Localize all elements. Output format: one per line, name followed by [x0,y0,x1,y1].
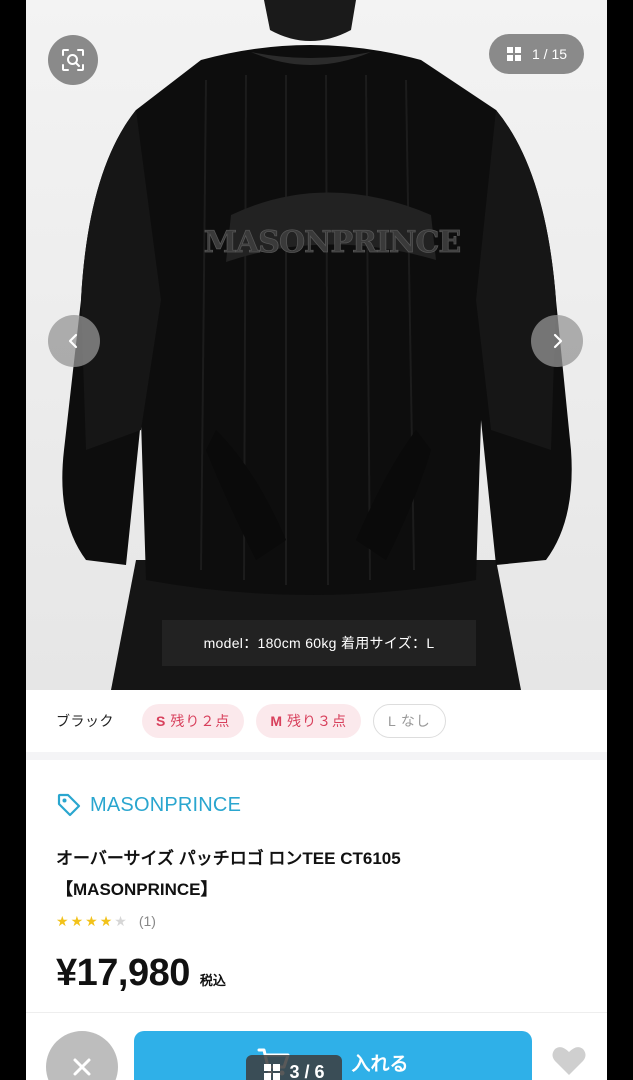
brand-name: MASONPRINCE [90,793,242,816]
size-chip-size: S [156,713,167,729]
size-chip-size: L [388,713,397,729]
size-chip-stock: なし [400,713,431,729]
product-screen: MASONPRINCE 1 / 15 model：180cm 60kg 着用サイ… [26,0,607,1080]
grid-icon [264,1064,281,1080]
add-to-cart-label: 入れる [351,1053,409,1075]
page-indicator-text: 3 / 6 [289,1061,325,1080]
heart-icon [552,1047,586,1075]
product-rating[interactable]: ★ ★ ★ ★ ★ (1) [56,913,156,929]
image-search-button[interactable] [48,35,98,85]
product-image-gallery[interactable]: MASONPRINCE 1 / 15 model：180cm 60kg 着用サイ… [26,0,607,690]
star-icon: ★ [70,913,84,929]
next-image-button[interactable] [531,315,583,367]
shirt-logo-text: MASONPRINCE [204,225,461,260]
size-chip-s[interactable]: S 残り２点 [142,704,245,738]
close-icon [73,1058,91,1076]
favorite-button[interactable] [549,1041,589,1080]
size-chip-stock: 残り３点 [287,713,348,729]
page-indicator: 3 / 6 [246,1055,342,1080]
search-lens-icon [62,49,84,71]
chevron-left-icon [68,333,78,349]
color-label: ブラック [56,713,114,729]
product-photo: MASONPRINCE [26,0,607,690]
product-title-line: オーバーサイズ パッチロゴ ロンTEE CT6105 [56,849,401,868]
image-counter-text: 1 / 15 [531,46,568,62]
image-counter-button[interactable]: 1 / 15 [489,34,584,74]
size-selector: ブラック S 残り２点 M 残り３点 L なし [26,690,607,760]
close-button[interactable] [46,1031,118,1080]
product-title-line: 【MASONPRINCE】 [56,880,218,899]
grid-icon [506,47,521,61]
size-chip-m[interactable]: M 残り３点 [256,704,362,738]
review-count: (1) [138,913,156,929]
size-chip-l[interactable]: L なし [373,704,446,738]
star-icon: ★ [114,913,127,929]
product-title: オーバーサイズ パッチロゴ ロンTEE CT6105 【MASONPRINCE】 [56,843,586,905]
product-price: ¥17,980 [56,952,190,994]
star-icon: ★ [56,913,69,929]
size-chip-stock: 残り２点 [170,713,231,729]
model-size-caption: model：180cm 60kg 着用サイズ：L [162,620,476,666]
tag-icon [57,793,81,817]
tax-label: 税込 [199,973,226,988]
previous-image-button[interactable] [48,315,100,367]
star-icon: ★ [85,913,98,929]
chevron-right-icon [553,333,563,349]
size-chip-size: M [270,713,284,729]
star-icon: ★ [99,913,113,929]
price-row: ¥17,980 税込 [56,952,226,995]
brand-link[interactable]: MASONPRINCE [56,792,241,818]
